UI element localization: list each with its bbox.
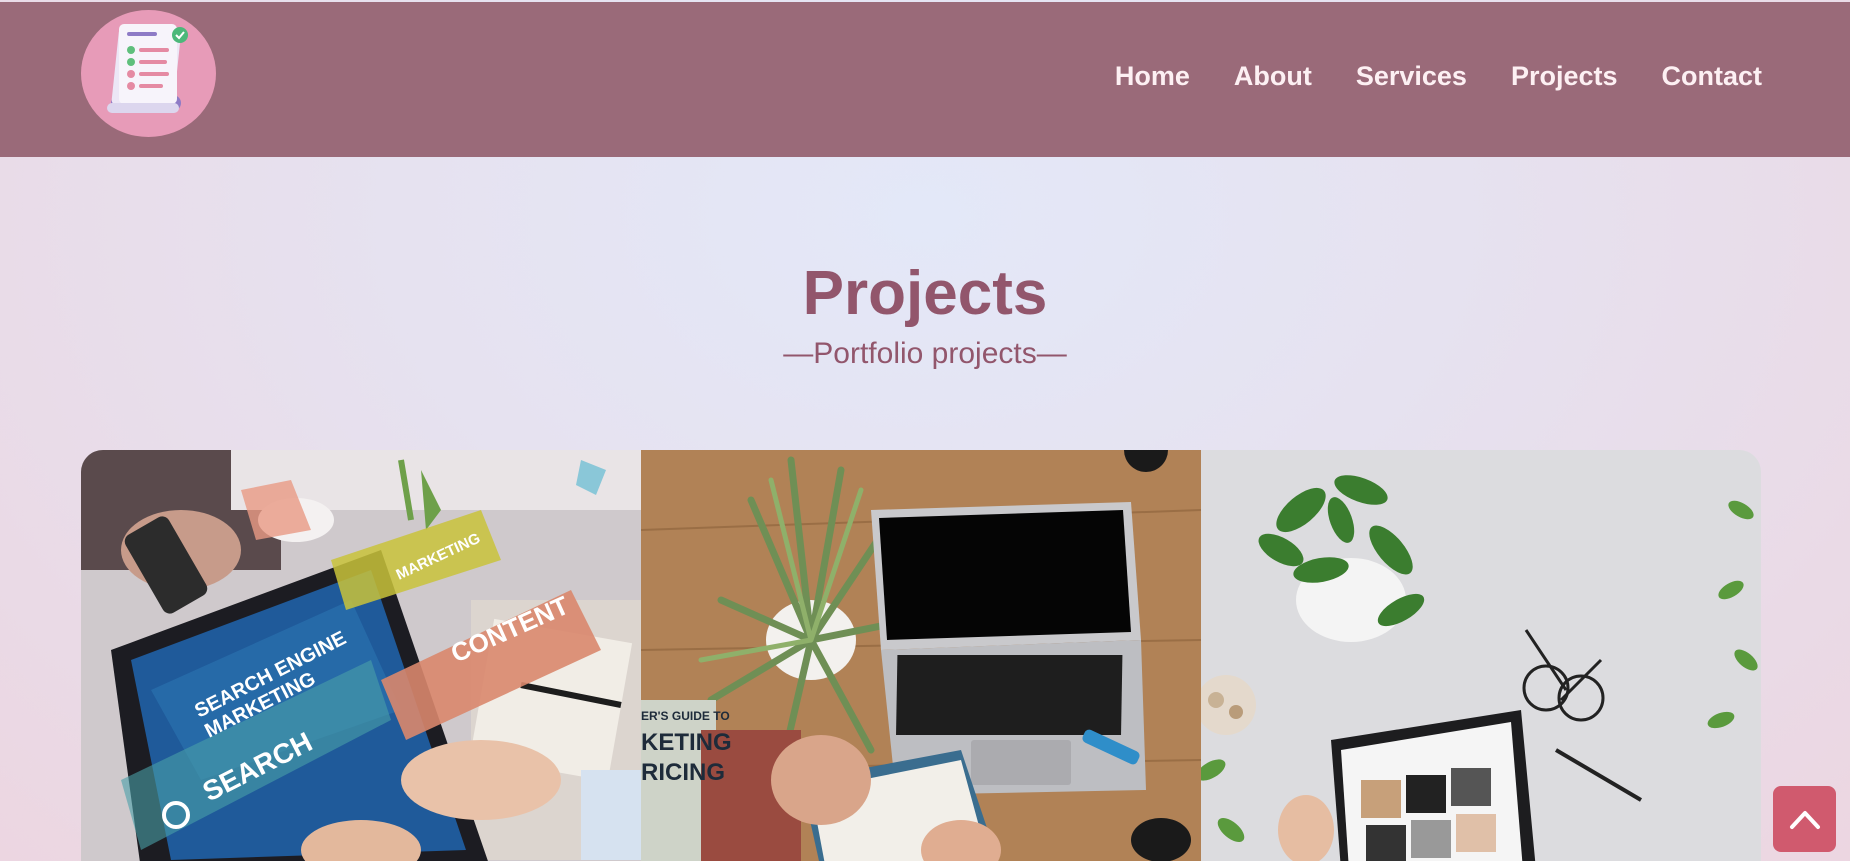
page-subtitle: —Portfolio projects— [783, 337, 1067, 370]
checklist-document-icon [107, 24, 188, 113]
project-photo-tablet[interactable] [1201, 450, 1761, 861]
seo-marketing-photo: SEARCH ENGINE MARKETING CONTENT MARKETIN… [81, 450, 641, 861]
laptop-desk-photo: ER'S GUIDE TO KETING RICING [641, 450, 1201, 861]
nav-home-link[interactable]: Home [1115, 61, 1190, 92]
site-header: Home About Services Projects Contact [0, 2, 1850, 157]
project-photo-seo[interactable]: SEARCH ENGINE MARKETING CONTENT MARKETIN… [81, 450, 641, 861]
nav-about-link[interactable]: About [1234, 61, 1312, 92]
scroll-to-top-button[interactable] [1773, 786, 1836, 852]
page-title: Projects [802, 259, 1048, 328]
project-photo-laptop[interactable]: ER'S GUIDE TO KETING RICING [641, 450, 1201, 861]
nav-projects-link[interactable]: Projects [1511, 61, 1618, 92]
main-nav: Home About Services Projects Contact [1115, 61, 1762, 92]
logo[interactable] [81, 10, 216, 137]
book-text-1: ER'S GUIDE TO [641, 709, 730, 723]
tablet-plants-photo [1201, 450, 1761, 861]
chevron-up-icon [1789, 811, 1820, 829]
nav-services-link[interactable]: Services [1356, 61, 1467, 92]
book-text-3: RICING [641, 759, 725, 786]
book-text-2: KETING [641, 729, 732, 756]
project-gallery: SEARCH ENGINE MARKETING CONTENT MARKETIN… [81, 450, 1761, 861]
nav-contact-link[interactable]: Contact [1662, 61, 1763, 92]
